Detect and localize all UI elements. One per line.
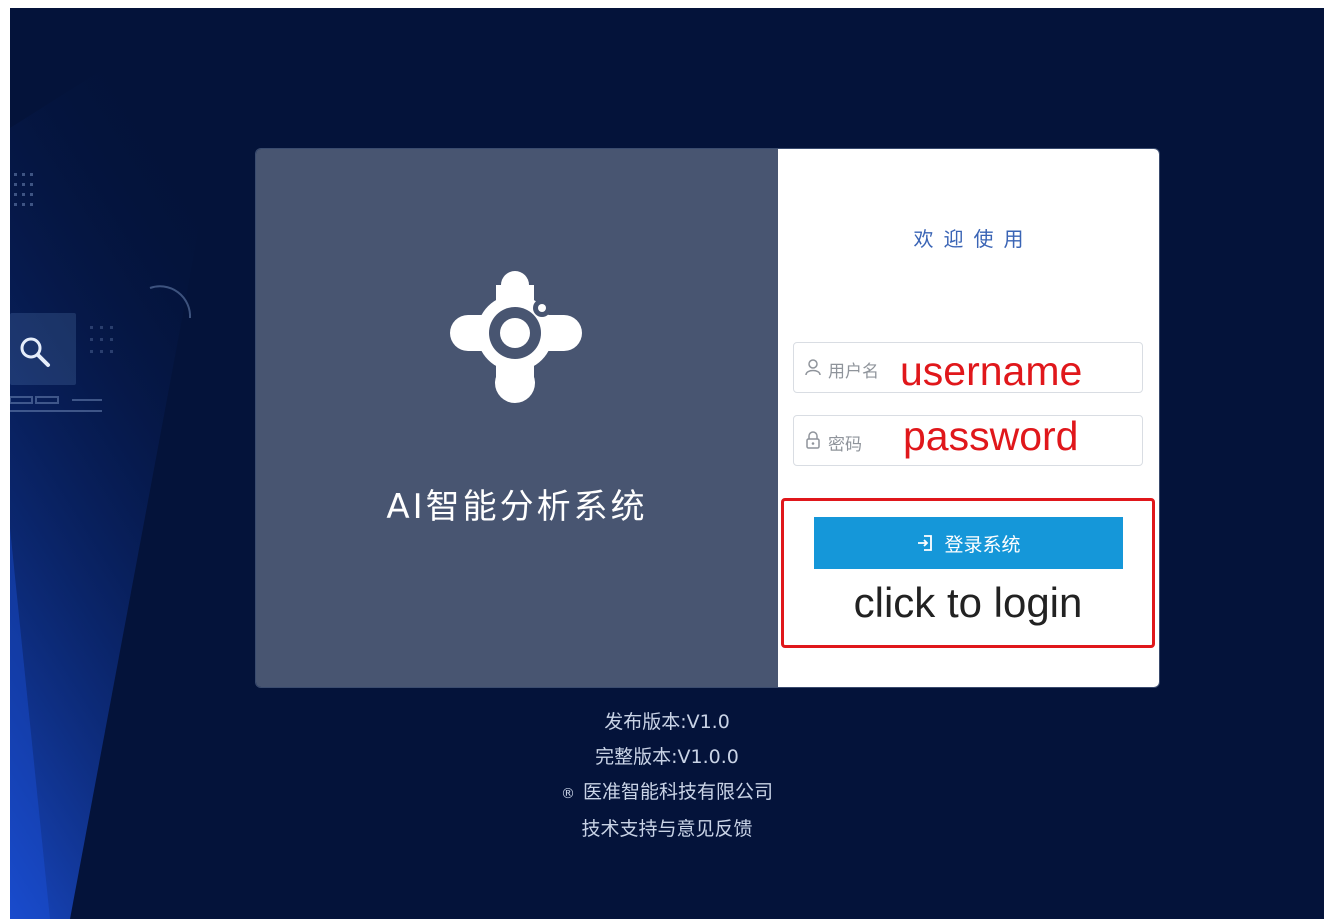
support-feedback-link[interactable]: 技术支持与意见反馈	[10, 812, 1324, 847]
company-name: 医准智能科技有限公司	[582, 781, 773, 803]
lock-icon	[806, 431, 820, 449]
cluster-logo-icon	[450, 271, 582, 403]
footer: 发布版本:V1.0 完整版本:V1.0.0 ® 医准智能科技有限公司 技术支持与意…	[10, 705, 1324, 847]
login-button-label: 登录系统	[944, 534, 1021, 556]
copyright-line: ® 医准智能科技有限公司	[10, 775, 1324, 812]
full-version: 完整版本:V1.0.0	[595, 746, 739, 768]
password-placeholder: 密码	[828, 435, 862, 455]
username-placeholder: 用户名	[828, 362, 879, 382]
copyright-symbol: ®	[560, 786, 575, 802]
release-version: 发布版本:V1.0	[604, 711, 730, 733]
brand-panel: AI智能分析系统	[256, 149, 778, 687]
background-search-tile	[10, 313, 76, 385]
click-to-login-annotation: click to login	[853, 579, 1083, 626]
user-icon	[805, 359, 821, 376]
username-annotation: username	[900, 348, 1083, 394]
login-button[interactable]: 登录系统	[814, 517, 1123, 569]
sign-in-icon	[918, 535, 933, 551]
search-icon	[20, 337, 50, 367]
welcome-heading: 欢迎使用	[913, 227, 1034, 251]
password-annotation: password	[903, 413, 1079, 459]
login-screen: AI智能分析系统 欢迎使用 用户名 密码 username password 登…	[10, 8, 1324, 919]
system-title: AI智能分析系统	[386, 487, 648, 527]
